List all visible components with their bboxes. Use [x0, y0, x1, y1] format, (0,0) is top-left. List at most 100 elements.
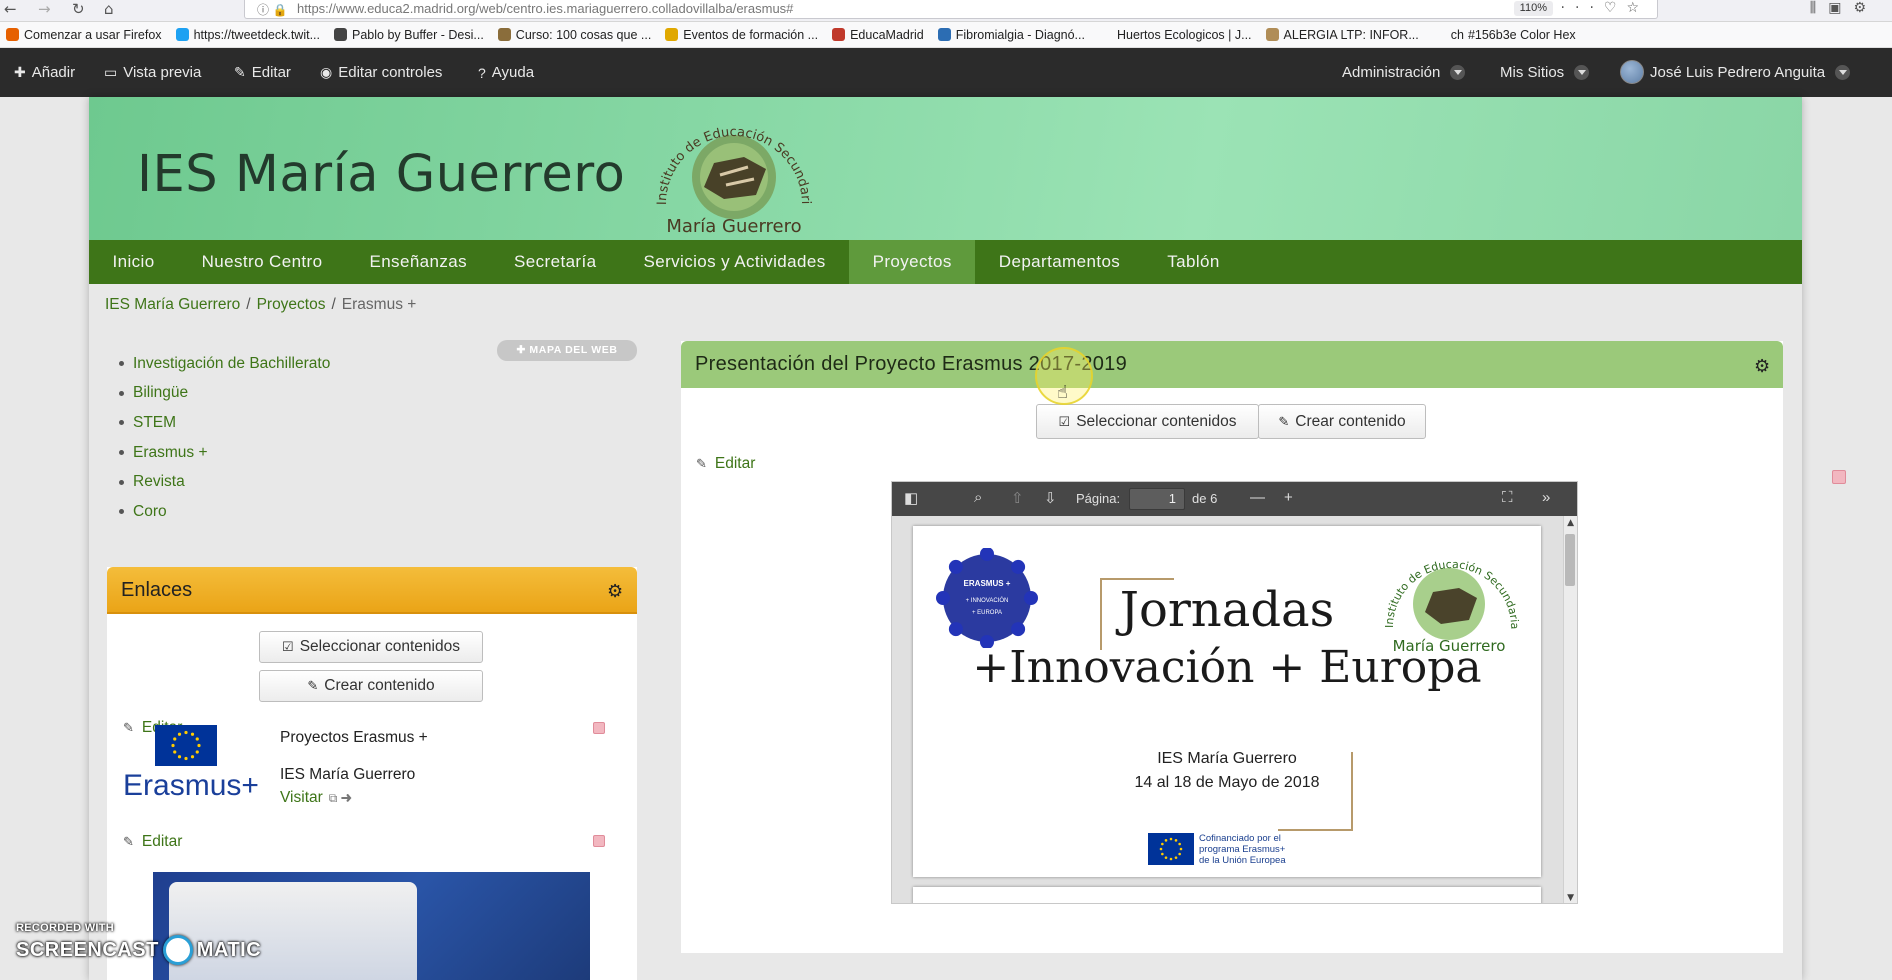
remove-icon[interactable] [593, 722, 605, 734]
library-icon[interactable]: ⫼▣⚙ [1810, 0, 1878, 16]
sidebar-link[interactable]: Investigación de Bachillerato [119, 349, 330, 379]
svg-text:Erasmus+: Erasmus+ [123, 769, 259, 800]
remove-icon[interactable] [1832, 470, 1846, 484]
sidebar-link[interactable]: Coro [119, 497, 330, 527]
checkbox-icon: ☑ [282, 639, 294, 654]
select-contents-button[interactable]: ☑ Seleccionar contenidos [1036, 404, 1259, 439]
create-content-button[interactable]: ✎ Crear contenido [259, 670, 483, 702]
bookmark-item[interactable]: EducaMadrid [832, 28, 924, 42]
nav-item-servicios-y-actividades[interactable]: Servicios y Actividades [620, 240, 849, 284]
site-title[interactable]: IES María Guerrero [137, 145, 625, 204]
administration-menu[interactable]: Administración [1342, 64, 1466, 81]
search-icon[interactable]: ⌕ [974, 489, 982, 506]
site-banner: IES María Guerrero Instituto de Educació… [89, 97, 1802, 240]
sidebar-toggle-icon[interactable]: ◧ [904, 489, 918, 507]
visit-link[interactable]: Visitar ⧉ ➜ [280, 789, 352, 807]
nav-item-departamentos[interactable]: Departamentos [975, 240, 1143, 284]
checkbox-icon: ☑ [1058, 413, 1071, 429]
edit-link[interactable]: ✎Editar [696, 455, 755, 473]
bookmark-item[interactable]: Comenzar a usar Firefox [6, 28, 162, 42]
home-icon[interactable]: ⌂ [104, 0, 114, 18]
scroll-down-icon[interactable]: ▼ [1567, 893, 1574, 903]
add-button[interactable]: ✚ Añadir [14, 64, 75, 81]
gear-icon[interactable]: ⚙ [607, 583, 623, 601]
pdf-school-name: IES María Guerrero [1157, 750, 1297, 767]
caret-down-icon [1574, 65, 1590, 80]
recording-watermark: RECORDED WITH SCREENCAST MATIC [16, 922, 261, 965]
preview-button[interactable]: ▭ Vista previa [104, 64, 201, 81]
site-info-icon[interactable]: ⓘ 🔒 [257, 1, 288, 18]
back-arrow-icon[interactable]: ← [4, 0, 17, 18]
nav-item-proyectos[interactable]: Proyectos [849, 240, 976, 284]
bookmark-item[interactable]: Eventos de formación ... [665, 28, 818, 42]
edit-controls-button[interactable]: ◉ Editar controles [320, 64, 442, 81]
plus-icon: ✚ [516, 344, 526, 356]
sidebar-link[interactable]: Revista [119, 467, 330, 497]
pdf-page: ERASMUS + + INNOVACIÓN + EUROPA Institut… [913, 526, 1541, 877]
bookmark-item[interactable]: Fibromialgia - Diagnó... [937, 28, 1085, 42]
page-container: IES María Guerrero Instituto de Educació… [89, 97, 1846, 980]
sidebar-link[interactable]: Bilingüe [119, 379, 330, 409]
erasmus-plus-logo[interactable]: Erasmus+ [121, 725, 261, 800]
bookmark-item[interactable]: Pablo by Buffer - Desi... [334, 28, 484, 42]
nav-item-ense-anzas[interactable]: Enseñanzas [346, 240, 491, 284]
pdf-heading: Jornadas [1119, 582, 1335, 638]
bookmark-item[interactable]: ALERGIA LTP: INFOR... [1265, 28, 1419, 42]
pdf-toolbar: ◧ ⌕ ⇧ ⇩ Página: 1 de 6 — + ⛶ » [892, 482, 1577, 516]
bookmark-item[interactable]: ch #156b3e Color Hex [1432, 28, 1576, 42]
zoom-out-icon[interactable]: — [1250, 489, 1265, 506]
more-tools-icon[interactable]: » [1542, 489, 1550, 506]
pdf-scrollbar-thumb[interactable] [1565, 534, 1575, 586]
zoom-level[interactable]: 110% [1513, 1, 1553, 16]
edit-link[interactable]: ✎Editar [123, 833, 182, 851]
caret-down-icon [1450, 65, 1466, 80]
sitemap-button[interactable]: ✚ MAPA DEL WEB [497, 340, 637, 361]
nav-item-nuestro-centro[interactable]: Nuestro Centro [178, 240, 346, 284]
reload-icon[interactable]: ↻ [72, 0, 85, 18]
scroll-up-icon[interactable]: ▲ [1567, 518, 1574, 528]
main-portlet: Presentación del Proyecto Erasmus 2017-2… [681, 341, 1846, 953]
sidebar-link[interactable]: Erasmus + [119, 438, 330, 468]
page-number-input[interactable]: 1 [1129, 488, 1185, 510]
breadcrumb-item[interactable]: IES María Guerrero [105, 296, 240, 313]
external-link-icon: ⧉ ➜ [328, 791, 352, 805]
firefox-icon [6, 28, 19, 41]
zoom-in-icon[interactable]: + [1284, 489, 1293, 506]
gear-icon[interactable]: ⚙ [1754, 358, 1770, 376]
bookmark-item[interactable]: Curso: 100 cosas que ... [497, 28, 651, 42]
next-page-icon[interactable]: ⇩ [1044, 489, 1057, 507]
create-content-button[interactable]: ✎ Crear contenido [1258, 404, 1426, 439]
page-actions-icon[interactable]: ···♡☆ [1561, 0, 1649, 16]
cofinanciado-text: Cofinanciado por el programa Erasmus+ de… [1199, 833, 1286, 866]
remove-icon[interactable] [593, 835, 605, 847]
breadcrumb-item[interactable]: Proyectos [257, 296, 326, 313]
select-contents-button[interactable]: ☑ Seleccionar contenidos [259, 631, 483, 663]
nav-item-tabl-n[interactable]: Tablón [1144, 240, 1244, 284]
page-total: de 6 [1192, 491, 1218, 506]
forward-arrow-icon[interactable]: → [38, 0, 51, 18]
bookmark-item[interactable]: Huertos Ecologicos | J... [1098, 28, 1252, 42]
previous-page-icon[interactable]: ⇧ [1011, 489, 1024, 507]
help-button[interactable]: ? Ayuda [478, 64, 534, 81]
user-menu[interactable]: José Luis Pedrero Anguita [1620, 60, 1851, 84]
enlaces-title: Enlaces [121, 579, 193, 601]
link-item-title: Proyectos Erasmus + [280, 729, 428, 746]
nav-item-secretar-a[interactable]: Secretaría [491, 240, 620, 284]
eye-icon: ◉ [320, 64, 333, 80]
main-navigation: Inicio Nuestro Centro Enseñanzas Secretaría… [89, 240, 1802, 284]
url-bar[interactable]: ⓘ 🔒 https://www.educa2.madrid.org/web/ce… [244, 0, 1658, 19]
my-sites-menu[interactable]: Mis Sitios [1500, 64, 1590, 81]
bookmark-item[interactable]: https://tweetdeck.twit... [175, 28, 320, 42]
events-icon [665, 28, 679, 41]
colorhex-icon [1432, 28, 1446, 41]
nav-item-inicio[interactable]: Inicio [89, 240, 178, 284]
fullscreen-icon[interactable]: ⛶ [1502, 489, 1513, 506]
edit-button[interactable]: ✎ Editar [234, 64, 291, 81]
eu-flag [1148, 833, 1194, 865]
sidebar-link[interactable]: STEM [119, 408, 330, 438]
url-text: https://www.educa2.madrid.org/web/centro… [297, 1, 794, 16]
sidebar-link-list: Investigación de Bachillerato Bilingüe STE… [119, 349, 330, 527]
school-logo[interactable]: Instituto de Educación Secundaria María … [644, 103, 824, 238]
buffer-icon [334, 28, 348, 41]
edit-icon: ✎ [234, 64, 246, 80]
